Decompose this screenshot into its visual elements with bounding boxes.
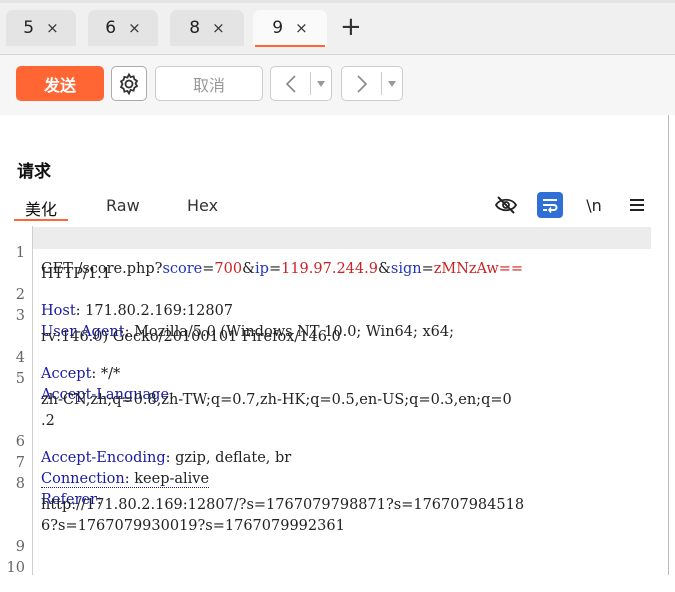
tab-label: 5 — [23, 18, 35, 38]
hide-icon[interactable] — [493, 192, 519, 218]
header-value: http://171.80.2.169:12807/?s=17670797988… — [41, 497, 525, 513]
close-icon[interactable]: × — [212, 19, 225, 37]
close-icon[interactable]: × — [295, 19, 308, 37]
header-value: .2 — [41, 413, 55, 429]
panel-title: 请求 — [17, 162, 51, 182]
header-key: Accept — [41, 366, 92, 382]
tab-label: 8 — [189, 18, 201, 38]
tab-label: 6 — [105, 18, 117, 38]
code-line: 10 — [0, 544, 25, 576]
newline-toggle-label: \n — [586, 195, 602, 215]
code-line: 8 Referer: — [0, 460, 102, 508]
code-line: 5 Accept-Language: — [0, 355, 174, 403]
code-line: 3 User-Agent: Mozilla/5.0 (Windows NT 10… — [0, 292, 454, 340]
tab-5[interactable]: 5 × — [6, 10, 76, 46]
param-key: score — [162, 261, 203, 277]
panel-border — [668, 115, 669, 575]
code-line: 7 Connection: keep-alive — [0, 439, 210, 488]
header-value: 6?s=1767079930019?s=1767079992361 — [41, 518, 345, 534]
header-value: zh-CN,zh;q=0.8,zh-TW;q=0.7,zh-HK;q=0.5,e… — [41, 392, 512, 408]
amp: & — [242, 261, 256, 277]
code-text: Host: 171.80.2.169:12807 — [41, 303, 233, 319]
header-value: */* — [96, 366, 121, 382]
header-value: 171.80.2.169:12807 — [80, 303, 234, 319]
header-key: Host — [41, 303, 76, 319]
param-value: zMNzAw== — [433, 261, 524, 277]
code-line: HTTP/1.1 — [0, 250, 111, 282]
menu-icon[interactable] — [624, 192, 650, 218]
code-text: GET /score.php?score=700&ip=119.97.244.9… — [41, 261, 523, 277]
tab-8[interactable]: 8 × — [170, 10, 244, 46]
code-text: Connection: keep-alive — [41, 471, 210, 488]
cancel-button[interactable]: 取消 — [155, 66, 263, 101]
code-line: .2 — [0, 397, 55, 429]
equals: = — [202, 261, 215, 277]
gutter-divider — [32, 226, 33, 575]
code-line: 2 Host: 171.80.2.169:12807 — [0, 271, 233, 319]
param-key: ip — [255, 261, 269, 277]
close-icon[interactable]: × — [128, 19, 141, 37]
current-line-highlight — [33, 227, 651, 249]
param-value: 700 — [214, 261, 243, 277]
code-line: http://171.80.2.169:12807/?s=17670797988… — [0, 481, 524, 513]
tab-label: 9 — [272, 18, 284, 38]
code-line: rv:146.0) Gecko/20100101 Firefox/146.0 — [0, 313, 341, 345]
gear-icon — [119, 72, 139, 95]
chevron-down-icon[interactable] — [311, 67, 331, 100]
code-line: 1 GET /score.php?score=700&ip=119.97.244… — [0, 229, 523, 277]
param-key: sign — [390, 261, 422, 277]
back-arrow-icon — [271, 67, 310, 100]
code-text: Accept: */* — [41, 366, 120, 382]
header-key: Connection — [41, 471, 125, 487]
code-line: 9 — [0, 523, 25, 555]
header-key: Accept-Encoding — [41, 450, 166, 466]
code-line: zh-CN,zh;q=0.8,zh-TW;q=0.7,zh-HK;q=0.5,e… — [0, 376, 512, 408]
tab-9[interactable]: 9 × — [253, 10, 327, 47]
code-text: Accept-Encoding: gzip, deflate, br — [41, 450, 291, 466]
header-value: rv:146.0) Gecko/20100101 Firefox/146.0 — [41, 329, 341, 345]
param-value: 119.97.244.9 — [281, 261, 378, 277]
equals: = — [268, 261, 282, 277]
tab-pretty[interactable]: 美化 — [25, 196, 57, 220]
header-value: gzip, deflate, br — [170, 450, 292, 466]
line-number: 10 — [6, 560, 25, 576]
amp: & — [377, 261, 391, 277]
add-tab-icon[interactable]: + — [340, 12, 362, 42]
close-icon[interactable]: × — [46, 19, 59, 37]
header-value: keep-alive — [129, 471, 210, 487]
equals: = — [421, 261, 434, 277]
code-line: 6?s=1767079930019?s=1767079992361 — [0, 502, 345, 534]
wrap-lines-icon[interactable] — [537, 192, 563, 218]
code-line: 6 Accept-Encoding: gzip, deflate, br — [0, 418, 291, 466]
chevron-down-icon[interactable] — [382, 67, 402, 100]
tab-hex[interactable]: Hex — [187, 196, 218, 215]
forward-arrow-icon — [342, 67, 381, 100]
active-tab-indicator — [14, 219, 68, 221]
send-button[interactable]: 发送 — [16, 66, 104, 101]
history-forward-button[interactable] — [341, 66, 403, 101]
tab-raw[interactable]: Raw — [106, 196, 140, 215]
settings-button[interactable] — [111, 66, 147, 101]
newline-icon[interactable]: \n — [581, 192, 607, 218]
history-back-button[interactable] — [270, 66, 332, 101]
http-version: HTTP/1.1 — [41, 266, 111, 282]
code-line: 4 Accept: */* — [0, 334, 121, 382]
tab-6[interactable]: 6 × — [88, 10, 158, 46]
